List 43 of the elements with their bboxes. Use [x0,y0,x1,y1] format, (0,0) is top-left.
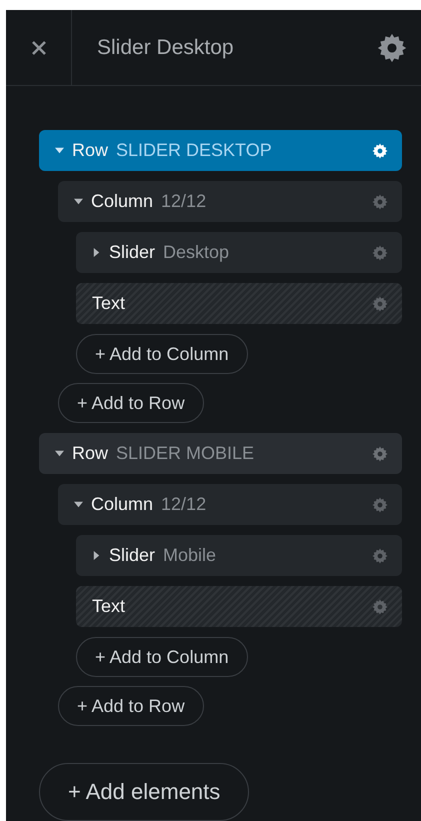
settings-icon[interactable] [371,546,389,564]
panel-title: Slider Desktop [97,36,235,60]
row-item[interactable]: Row SLIDER MOBILE [39,433,402,474]
element-label: Text [92,596,126,617]
row-label: Row [72,140,108,161]
caret-icon[interactable] [92,551,101,560]
add-elements-button[interactable]: + Add elements [39,763,250,821]
close-icon [30,40,46,56]
settings-icon[interactable] [371,244,389,262]
row-label: Row [72,443,108,464]
caret-icon[interactable] [55,449,64,458]
settings-icon[interactable] [371,444,389,462]
settings-icon[interactable] [371,598,389,616]
row-item[interactable]: Row SLIDER DESKTOP [39,130,402,171]
row-name: SLIDER DESKTOP [116,140,273,161]
element-label: Slider [109,545,156,566]
slider-element-item[interactable]: Slider Mobile [76,535,402,576]
column-label: Column [91,494,154,515]
column-item[interactable]: Column 12/12 [58,181,402,222]
column-width: 12/12 [161,494,208,515]
element-label: Text [92,293,126,314]
settings-icon[interactable] [371,192,389,210]
caret-icon[interactable] [92,248,101,257]
settings-icon[interactable] [371,294,389,312]
caret-icon[interactable] [55,146,64,155]
caret-icon[interactable] [74,197,83,206]
column-label: Column [91,191,154,212]
column-width: 12/12 [161,191,208,212]
caret-icon[interactable] [74,500,83,509]
settings-icon[interactable] [371,142,389,160]
element-name: Desktop [163,242,230,263]
column-item[interactable]: Column 12/12 [58,484,402,525]
add-to-column-button[interactable]: + Add to Column [76,637,248,677]
slider-element-item[interactable]: Slider Desktop [76,232,402,273]
text-element-item[interactable]: Text [76,586,402,627]
text-element-item[interactable]: Text [76,283,402,324]
row-name: SLIDER MOBILE [116,443,256,464]
add-to-column-button[interactable]: + Add to Column [76,334,248,374]
settings-icon[interactable] [371,496,389,514]
element-label: Slider [109,242,156,263]
add-to-row-button[interactable]: + Add to Row [58,686,204,726]
add-to-row-button[interactable]: + Add to Row [58,383,204,423]
element-name: Mobile [163,545,218,566]
